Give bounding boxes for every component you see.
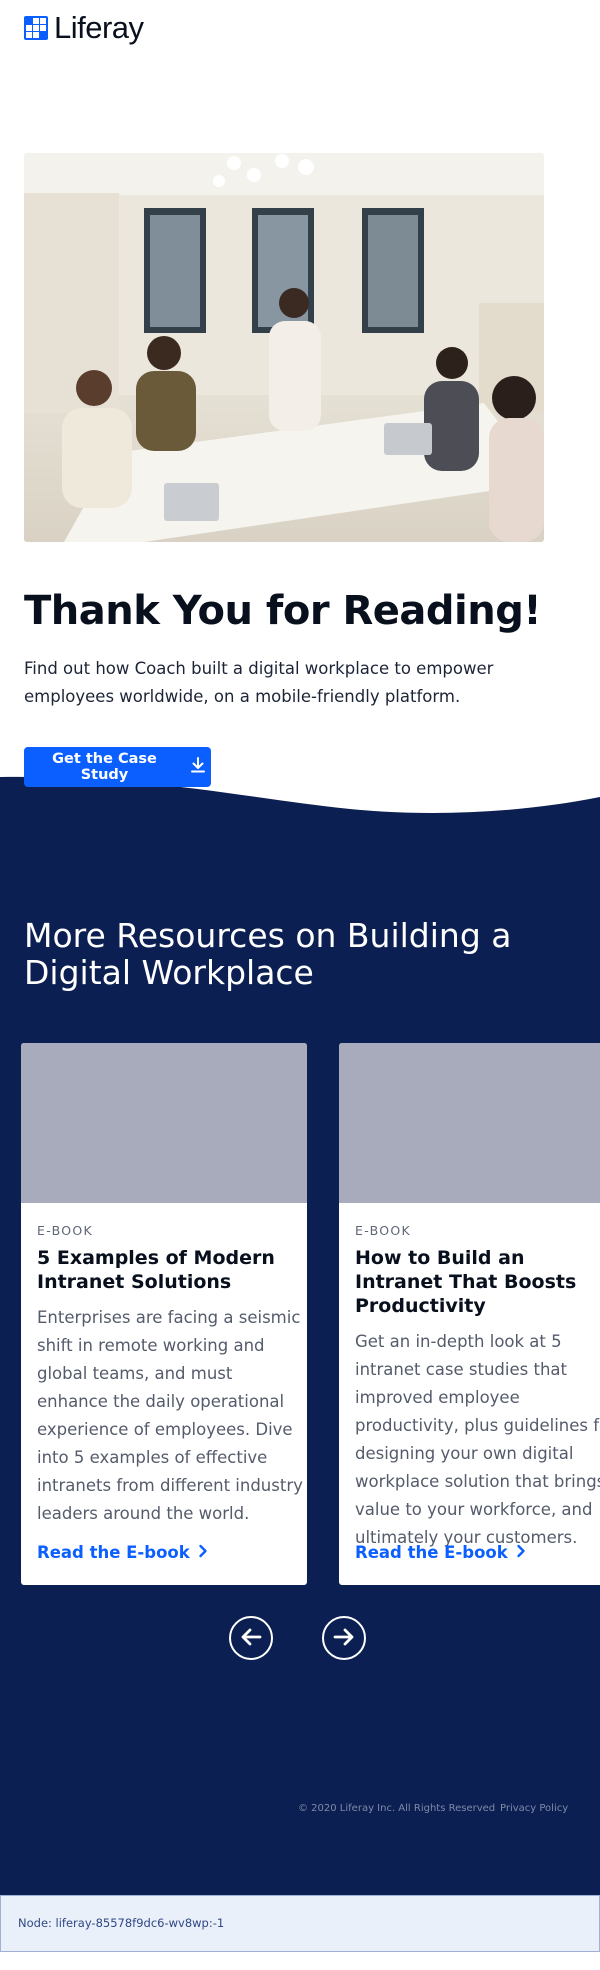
carousel-next-button[interactable] xyxy=(322,1616,366,1660)
card-eyebrow: E-BOOK xyxy=(355,1223,411,1238)
wave-divider xyxy=(0,775,600,813)
read-ebook-link[interactable]: Read the E-book xyxy=(355,1543,526,1562)
card-text: Enterprises are facing a seismic shift i… xyxy=(37,1308,303,1523)
resource-card[interactable]: E-BOOK How to Build an Intranet That Boo… xyxy=(339,1043,600,1585)
node-info-bar: Node: liferay-85578f9dc6-wv8wp:-1 xyxy=(0,1895,600,1952)
card-title: 5 Examples of Modern Intranet Solutions xyxy=(37,1247,275,1293)
read-ebook-link[interactable]: Read the E-book xyxy=(37,1543,208,1562)
carousel-prev-button[interactable] xyxy=(229,1616,273,1660)
hero-image xyxy=(24,153,544,542)
cta-label: Get the Case Study xyxy=(52,751,157,783)
liferay-logo[interactable]: Liferay xyxy=(24,12,144,43)
card-text: Get an in-depth look at 5 intranet case … xyxy=(355,1332,600,1547)
download-icon xyxy=(191,757,205,777)
privacy-policy-link[interactable]: Privacy Policy xyxy=(500,1803,568,1814)
copyright-text: © 2020 Liferay Inc. All Rights Reserved xyxy=(298,1803,496,1814)
card-image-placeholder xyxy=(339,1043,600,1203)
resources-title: More Resources on Building a Digital Wor… xyxy=(24,916,512,992)
chevron-right-icon xyxy=(198,1543,208,1562)
arrow-left-icon xyxy=(240,1628,262,1649)
page-title: Thank You for Reading! xyxy=(24,588,542,634)
get-case-study-button[interactable]: Get the Case Study xyxy=(24,747,211,787)
resource-card[interactable]: E-BOOK 5 Examples of Modern Intranet Sol… xyxy=(21,1043,307,1585)
arrow-right-icon xyxy=(333,1628,355,1649)
chevron-right-icon xyxy=(516,1543,526,1562)
site-header: Liferay xyxy=(0,0,600,60)
card-link-label: Read the E-book xyxy=(355,1543,508,1562)
card-link-label: Read the E-book xyxy=(37,1543,190,1562)
liferay-logo-icon xyxy=(24,15,48,40)
card-eyebrow: E-BOOK xyxy=(37,1223,93,1238)
logo-text: Liferay xyxy=(54,10,144,45)
hero-description: Find out how Coach built a digital workp… xyxy=(24,659,494,706)
card-image-placeholder xyxy=(21,1043,307,1203)
node-text: Node: liferay-85578f9dc6-wv8wp:-1 xyxy=(18,1916,225,1930)
card-title: How to Build an Intranet That Boosts Pro… xyxy=(355,1247,577,1317)
